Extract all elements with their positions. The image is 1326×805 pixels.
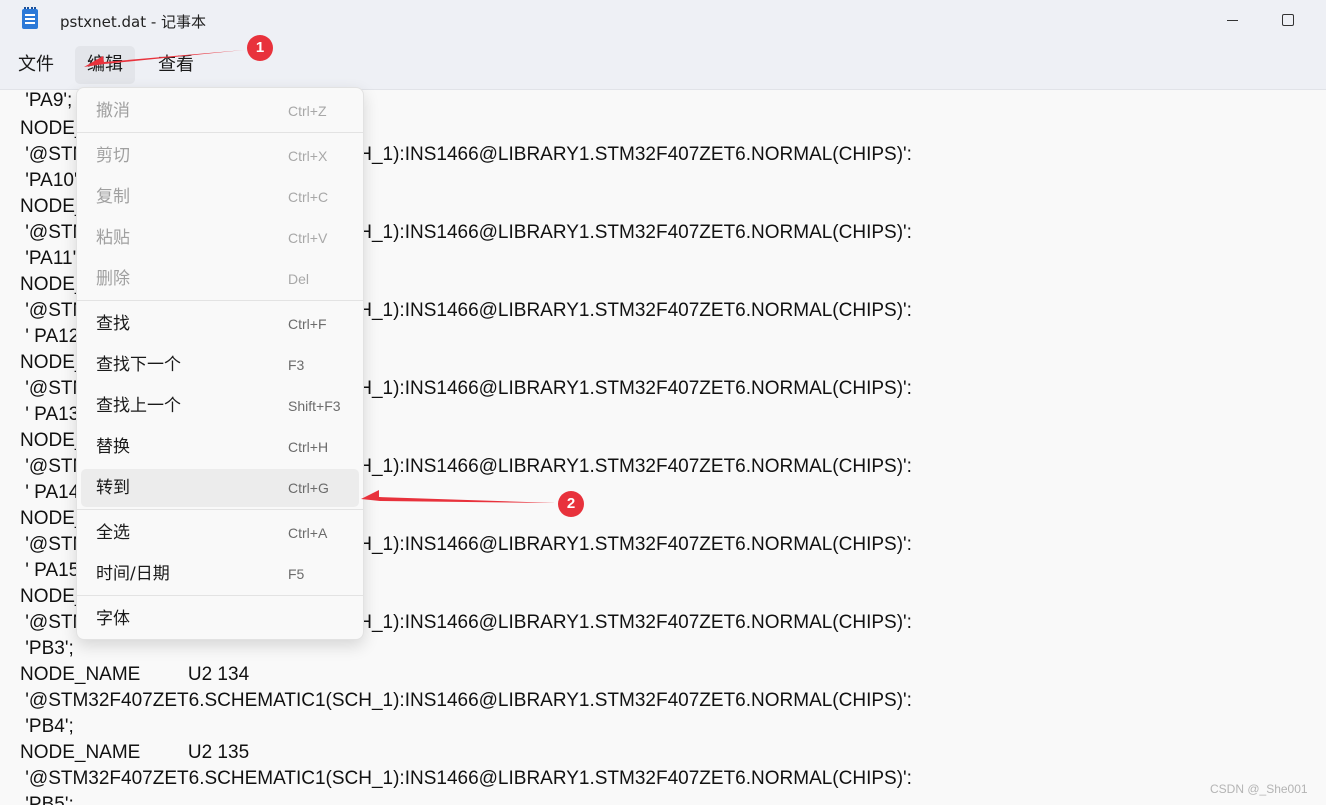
menu-item-shortcut: Ctrl+F — [288, 316, 327, 332]
menu-separator — [77, 509, 363, 510]
text-line: 'PB3'; — [20, 638, 74, 659]
menu-item-select-all[interactable]: 全选 Ctrl+A — [81, 514, 359, 552]
maximize-icon — [1282, 14, 1294, 26]
menu-separator — [77, 300, 363, 301]
minimize-button[interactable] — [1208, 0, 1256, 40]
text-line: 'PA11'; — [20, 248, 82, 269]
watermark: CSDN @_She001 — [1210, 782, 1308, 796]
menu-item-label: 全选 — [96, 523, 130, 543]
menu-item-paste[interactable]: 粘贴 Ctrl+V — [81, 219, 359, 257]
text-line: NODE_NAME U2 134 — [20, 664, 250, 685]
text-line: 'PB5'; — [20, 794, 74, 805]
menu-separator — [77, 132, 363, 133]
menu-item-delete[interactable]: 删除 Del — [81, 260, 359, 298]
window-title: pstxnet.dat - 记事本 — [60, 13, 207, 31]
menu-item-label: 字体 — [96, 609, 130, 629]
menu-item-label: 粘贴 — [96, 228, 130, 248]
text-line: '@STM32F407ZET6.SCHEMATIC1(SCH_1):INS146… — [20, 768, 912, 789]
menu-item-replace[interactable]: 替换 Ctrl+H — [81, 428, 359, 466]
menu-item-shortcut: F3 — [288, 357, 305, 373]
menu-file[interactable]: 文件 — [6, 46, 66, 84]
menu-item-shortcut: F5 — [288, 566, 305, 582]
menu-item-undo[interactable]: 撤消 Ctrl+Z — [81, 92, 359, 130]
menu-item-cut[interactable]: 剪切 Ctrl+X — [81, 137, 359, 175]
annotation-badge-1: 1 — [247, 35, 273, 61]
menu-item-label: 转到 — [96, 478, 130, 498]
menu-item-label: 撤消 — [96, 101, 130, 121]
menu-item-find[interactable]: 查找 Ctrl+F — [81, 305, 359, 343]
maximize-button[interactable] — [1264, 0, 1312, 40]
menu-item-shortcut: Ctrl+Z — [288, 103, 327, 119]
menu-item-label: 查找上一个 — [96, 396, 181, 416]
menu-item-time-date[interactable]: 时间/日期 F5 — [81, 555, 359, 593]
menu-item-label: 复制 — [96, 187, 130, 207]
menu-item-label: 查找下一个 — [96, 355, 181, 375]
menu-item-label: 剪切 — [96, 146, 130, 166]
notepad-icon — [22, 7, 38, 29]
text-line: 'PA9'; — [20, 90, 73, 111]
menu-item-shortcut: Ctrl+A — [288, 525, 328, 541]
edit-dropdown-menu: 撤消 Ctrl+Z 剪切 Ctrl+X 复制 Ctrl+C 粘贴 Ctrl+V … — [76, 87, 364, 640]
menu-item-shortcut: Ctrl+V — [288, 230, 328, 246]
menu-item-label: 时间/日期 — [96, 564, 170, 584]
text-line: NODE_NAME U2 135 — [20, 742, 250, 763]
menu-item-goto[interactable]: 转到 Ctrl+G — [81, 469, 359, 507]
menu-item-shortcut: Shift+F3 — [288, 398, 341, 414]
menu-item-label: 替换 — [96, 437, 130, 457]
menu-item-copy[interactable]: 复制 Ctrl+C — [81, 178, 359, 216]
menu-bar: 文件 编辑 查看 — [0, 40, 1326, 90]
menu-item-shortcut: Ctrl+H — [288, 439, 329, 455]
menu-item-shortcut: Ctrl+X — [288, 148, 328, 164]
text-line: 'PA10'; — [20, 170, 83, 191]
menu-edit[interactable]: 编辑 — [75, 46, 135, 84]
menu-item-shortcut: Del — [288, 271, 310, 287]
menu-separator — [77, 595, 363, 596]
menu-item-shortcut: Ctrl+C — [288, 189, 329, 205]
menu-item-find-next[interactable]: 查找下一个 F3 — [81, 346, 359, 384]
menu-item-shortcut: Ctrl+G — [288, 480, 329, 496]
menu-item-find-previous[interactable]: 查找上一个 Shift+F3 — [81, 387, 359, 425]
menu-item-font[interactable]: 字体 — [81, 600, 359, 638]
minimize-icon — [1226, 19, 1238, 21]
title-bar: pstxnet.dat - 记事本 — [0, 0, 1326, 40]
menu-item-label: 查找 — [96, 314, 130, 334]
menu-item-label: 删除 — [96, 269, 130, 289]
menu-view[interactable]: 查看 — [146, 46, 206, 84]
text-line: '@STM32F407ZET6.SCHEMATIC1(SCH_1):INS146… — [20, 690, 912, 711]
text-line: 'PB4'; — [20, 716, 74, 737]
annotation-badge-2: 2 — [558, 491, 584, 517]
